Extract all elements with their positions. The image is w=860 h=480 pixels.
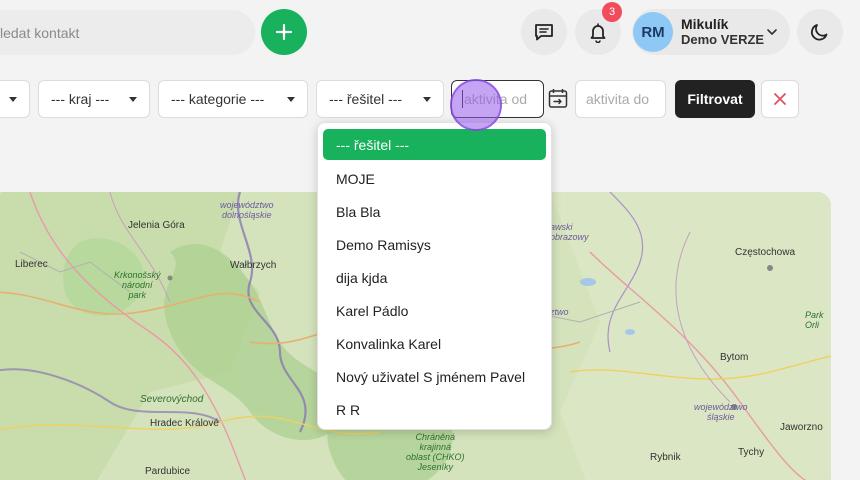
filter-select-partial[interactable] — [0, 80, 30, 118]
map-label-line: Park — [805, 310, 824, 320]
map-label-chko: Chráněná krajinná oblast (CHKO) Jeseníky — [406, 432, 465, 472]
map-label-line: województwo — [220, 200, 274, 210]
notifications-button[interactable]: 3 — [575, 2, 622, 55]
map-label-region: Severovýchod — [140, 394, 204, 405]
map-label-line: Jeseníky — [417, 462, 454, 472]
map-label-region: ztwo — [550, 307, 569, 317]
activity-to-input[interactable]: aktivita do — [575, 80, 666, 118]
dropdown-option[interactable]: Karel Pádlo — [323, 294, 546, 327]
chevron-down-icon — [767, 29, 777, 35]
map-label-line: Orli — [805, 320, 819, 330]
dropdown-option[interactable]: R R — [323, 393, 546, 426]
dropdown-option[interactable]: Demo Ramisys — [323, 228, 546, 261]
map-label-line: województwo — [694, 402, 748, 412]
map-label-city: Bytom — [720, 352, 749, 363]
contact-search[interactable] — [0, 10, 255, 55]
dropdown-option[interactable]: Konvalinka Karel — [323, 327, 546, 360]
caret-down-icon — [287, 97, 295, 102]
map-label-city: Jelenia Góra — [128, 220, 185, 231]
map-label-city: Hradec Králové — [150, 418, 219, 429]
map-label-city: Tychy — [738, 447, 765, 458]
map-label-city: Pardubice — [145, 466, 191, 477]
caret-down-icon — [129, 97, 137, 102]
user-role: Demo VERZE — [681, 32, 765, 47]
map-label-line: národní — [122, 280, 153, 290]
map-label-line: śląskie — [707, 412, 735, 422]
filter-kraj[interactable]: --- kraj --- — [38, 80, 150, 118]
activity-from-placeholder: aktivita od — [464, 91, 528, 107]
map-label-line: obrazowy — [550, 232, 589, 242]
map-label-line: dolnośląskie — [222, 210, 272, 220]
map-label-line: Chráněná — [415, 432, 456, 442]
messages-button[interactable] — [521, 9, 567, 55]
caret-down-icon — [9, 97, 17, 102]
contact-search-input[interactable] — [0, 24, 230, 41]
text-cursor — [462, 90, 463, 108]
dropdown-option[interactable]: Bla Bla — [323, 195, 546, 228]
close-icon — [774, 93, 786, 105]
filter-resitel[interactable]: --- řešitel --- — [316, 80, 444, 118]
user-name: Mikulík — [681, 16, 729, 32]
activity-from-input[interactable]: aktivita od — [451, 80, 544, 118]
map-label-region: awski obrazowy — [550, 222, 589, 242]
map-label-line: awski — [550, 222, 573, 232]
filter-kategorie-label: --- kategorie --- — [171, 91, 265, 107]
map-label-line: park — [128, 290, 147, 300]
dropdown-option[interactable]: Nový uživatel S jménem Pavel — [323, 360, 546, 393]
caret-down-icon — [423, 97, 431, 102]
avatar: RM — [633, 12, 673, 52]
moon-icon — [811, 24, 828, 41]
map-label-city: Wałbrzych — [230, 260, 277, 271]
dropdown-option-selected[interactable]: --- řešitel --- — [323, 129, 546, 160]
activity-to-placeholder: aktivita do — [586, 91, 650, 107]
map-label-city: Częstochowa — [735, 247, 796, 258]
resitel-dropdown[interactable]: --- řešitel --- MOJE Bla Bla Demo Ramisy… — [317, 122, 552, 430]
dropdown-option[interactable]: dija kjda — [323, 261, 546, 294]
map-label-region: województwo śląskie — [694, 402, 748, 422]
filter-kraj-label: --- kraj --- — [51, 91, 110, 107]
dark-mode-toggle[interactable] — [797, 9, 843, 55]
notification-count-badge: 3 — [602, 2, 622, 22]
dropdown-option[interactable]: MOJE — [323, 162, 546, 195]
calendar-range-icon — [548, 89, 568, 108]
clear-filters-button[interactable] — [761, 80, 799, 118]
map-label-line: krajinná — [419, 442, 452, 452]
bell-icon — [590, 23, 606, 43]
map-label-line: Krkonošský — [114, 270, 161, 280]
filter-button[interactable]: Filtrovat — [675, 80, 755, 118]
plus-icon — [275, 23, 293, 41]
filter-resitel-label: --- řešitel --- — [329, 91, 403, 107]
map-label-park: Krkonošský národní park — [114, 270, 161, 300]
map-label-city: Rybnik — [650, 452, 681, 463]
map-label-region: województwo dolnośląskie — [220, 200, 274, 220]
map-label-park: Park Orli — [805, 310, 824, 330]
map-label-city: Jaworzno — [780, 422, 823, 433]
filter-kategorie[interactable]: --- kategorie --- — [158, 80, 308, 118]
user-menu[interactable]: RM Mikulík Demo VERZE — [632, 9, 790, 55]
add-button[interactable] — [261, 9, 307, 55]
message-icon — [535, 24, 553, 41]
map-label-line: oblast (CHKO) — [406, 452, 465, 462]
map-label-city: Liberec — [15, 259, 48, 270]
